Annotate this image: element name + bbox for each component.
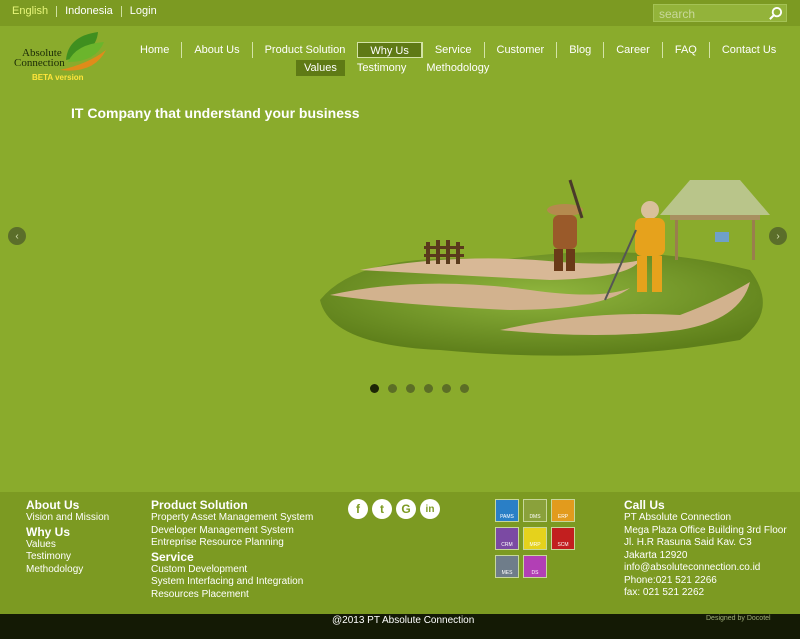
footer-contact-title: Call Us <box>624 498 665 512</box>
ds-app-icon[interactable]: DS <box>523 555 547 578</box>
search-icon[interactable] <box>768 6 783 21</box>
contact-line: PT Absolute Connection <box>624 512 732 523</box>
slider-dot[interactable] <box>424 384 433 393</box>
slider-dot[interactable] <box>406 384 415 393</box>
subnav-values[interactable]: Values <box>296 60 345 76</box>
footer-link[interactable]: Testimony <box>26 551 109 564</box>
lang-indonesia-link[interactable]: Indonesia <box>56 6 121 17</box>
footer-product-title[interactable]: Product Solution <box>151 498 313 512</box>
slider-dot[interactable] <box>388 384 397 393</box>
slider-dot[interactable] <box>442 384 451 393</box>
social-links: f t G in <box>348 499 440 519</box>
contact-line: Phone:021 521 2266 <box>624 574 717 586</box>
facebook-icon[interactable]: f <box>348 499 368 519</box>
slider-prev-arrow-icon[interactable]: ‹ <box>8 227 26 245</box>
footer-link[interactable]: Entreprise Resource Planning <box>151 537 313 550</box>
footer-product-column: Product Solution Property Asset Manageme… <box>151 498 313 601</box>
footer-link[interactable]: Resources Placement <box>151 589 313 602</box>
erp-app-icon[interactable]: ERP <box>551 499 575 522</box>
main-nav: Home About Us Product Solution Why Us Se… <box>128 42 788 58</box>
dms-app-icon[interactable]: DMS <box>523 499 547 522</box>
sub-nav: Values Testimony Methodology <box>296 60 497 76</box>
footer-link[interactable]: Custom Development <box>151 564 313 577</box>
nav-home[interactable]: Home <box>128 42 181 58</box>
slider-dot[interactable] <box>370 384 379 393</box>
beta-label: BETA version <box>32 73 84 82</box>
designed-by-link[interactable]: Designed by Docotel <box>706 615 771 622</box>
footer-link[interactable]: Developer Management System <box>151 525 313 538</box>
mrp-app-icon[interactable]: MRP <box>523 527 547 550</box>
nav-faq[interactable]: FAQ <box>661 42 709 58</box>
linkedin-icon[interactable]: in <box>420 499 440 519</box>
hero-tagline: IT Company that understand your business <box>71 105 360 121</box>
contact-email-link[interactable]: info@absoluteconnection.co.id <box>624 562 787 575</box>
slider-dots <box>370 384 469 393</box>
nav-product-solution[interactable]: Product Solution <box>251 42 358 58</box>
footer-link[interactable]: Methodology <box>26 564 109 577</box>
slider-dot[interactable] <box>460 384 469 393</box>
subnav-methodology[interactable]: Methodology <box>418 60 497 76</box>
contact-line: Jakarta 12920 <box>624 549 688 561</box>
login-link[interactable]: Login <box>120 6 165 17</box>
footer-whyus-title[interactable]: Why Us <box>26 525 109 539</box>
nav-why-us[interactable]: Why Us <box>357 42 422 58</box>
nav-blog[interactable]: Blog <box>556 42 603 58</box>
footer-link[interactable]: System Interfacing and Integration <box>151 576 313 589</box>
footer-contact-column: Call Us PT Absolute Connection Mega Plaz… <box>624 498 787 600</box>
nav-customer[interactable]: Customer <box>483 42 557 58</box>
copyright: @2013 PT Absolute Connection <box>332 615 475 626</box>
crm-app-icon[interactable]: CRM <box>495 527 519 550</box>
contact-line: Mega Plaza Office Building 3rd Floor <box>624 524 787 536</box>
footer-service-title[interactable]: Service <box>151 550 313 564</box>
language-switcher: English Indonesia Login <box>10 6 165 17</box>
search-input[interactable] <box>654 6 766 22</box>
footer-link[interactable]: Values <box>26 539 109 552</box>
google-plus-icon[interactable]: G <box>396 499 416 519</box>
footer-about-title[interactable]: About Us <box>26 498 109 512</box>
search-box <box>653 4 787 22</box>
subnav-testimony[interactable]: Testimony <box>349 60 415 76</box>
nav-contact-us[interactable]: Contact Us <box>708 42 788 58</box>
footer-link[interactable]: Property Asset Management System <box>151 512 313 525</box>
contact-line: Jl. H.R Rasuna Said Kav. C3 <box>624 537 752 548</box>
nav-about-us[interactable]: About Us <box>181 42 251 58</box>
logo[interactable]: Absolute Connection BETA version <box>10 30 110 82</box>
nav-service[interactable]: Service <box>421 42 484 58</box>
lang-english-link[interactable]: English <box>10 6 56 17</box>
pams-app-icon[interactable]: PAMS <box>495 499 519 522</box>
contact-line: fax: 021 521 2262 <box>624 587 705 598</box>
footer-link[interactable]: Vision and Mission <box>26 512 109 525</box>
nav-career[interactable]: Career <box>603 42 662 58</box>
footer: About Us Vision and Mission Why Us Value… <box>0 492 800 614</box>
footer-about-column: About Us Vision and Mission Why Us Value… <box>26 498 109 576</box>
hero-illustration <box>320 179 770 356</box>
mes-app-icon[interactable]: MES <box>495 555 519 578</box>
twitter-icon[interactable]: t <box>372 499 392 519</box>
scm-app-icon[interactable]: SCM <box>551 527 575 550</box>
product-app-icons: PAMS DMS ERP CRM MRP SCM MES DS <box>495 499 575 578</box>
logo-text: Absolute Connection <box>14 47 65 69</box>
